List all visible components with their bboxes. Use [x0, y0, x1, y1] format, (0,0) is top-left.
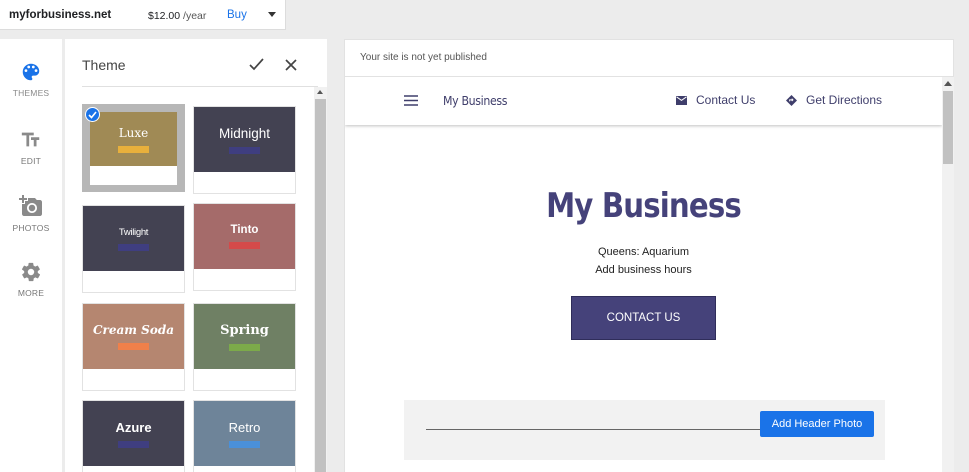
publish-status: Your site is not yet published [360, 52, 487, 63]
theme-panel: Theme Luxe Midnight Twilight Tinto Cream… [65, 39, 327, 472]
left-rail: THEMES EDIT PHOTOS MORE [0, 39, 62, 472]
add-header-photo-button[interactable]: Add Header Photo [760, 411, 874, 437]
buy-button[interactable]: Buy [227, 9, 247, 21]
theme-accent-bar [118, 343, 149, 350]
hero-title: My Business [546, 186, 742, 226]
nav-directions-label: Get Directions [806, 93, 883, 107]
theme-name: Retro [228, 419, 261, 435]
theme-name: Spring [220, 322, 269, 338]
domain-name: myforbusiness.net [9, 9, 112, 21]
theme-accent-bar [229, 440, 260, 448]
nav-contact-label: Contact Us [696, 93, 756, 107]
scroll-up-icon[interactable] [317, 90, 323, 94]
site-preview: Your site is not yet published My Busine… [344, 39, 954, 472]
divider [426, 429, 766, 430]
directions-icon [786, 94, 797, 106]
theme-tile-footer [90, 166, 177, 185]
preview-scrollbar[interactable] [942, 76, 954, 472]
domain-price: $12.00 /year [148, 10, 207, 22]
chevron-down-icon[interactable] [268, 12, 276, 17]
theme-swatch: Azure [83, 401, 184, 466]
rail-label: EDIT [20, 156, 42, 166]
theme-tile-twilight[interactable]: Twilight [82, 205, 185, 293]
site-brand[interactable]: My Business [443, 93, 507, 108]
theme-swatch: Twilight [83, 206, 184, 271]
mail-icon [676, 95, 687, 105]
theme-accent-bar [118, 145, 149, 153]
theme-swatch: Retro [194, 401, 295, 466]
theme-accent-bar [118, 243, 149, 251]
theme-name: Azure [115, 419, 152, 435]
rail-label: THEMES [12, 88, 50, 98]
rail-item-more[interactable]: MORE [0, 261, 62, 298]
nav-contact-link[interactable]: Contact Us [676, 93, 755, 107]
theme-tile-cream-soda[interactable]: Cream Soda [82, 303, 185, 391]
domain-bar: myforbusiness.net $12.00 /year Buy [0, 0, 286, 30]
theme-name: Midnight [218, 125, 271, 141]
menu-icon[interactable] [404, 95, 418, 106]
theme-accent-bar [229, 146, 260, 154]
nav-directions-link[interactable]: Get Directions [786, 93, 882, 107]
theme-tile-midnight[interactable]: Midnight [193, 106, 296, 194]
scroll-up-icon[interactable] [944, 81, 952, 86]
theme-swatch: Midnight [194, 107, 295, 172]
scroll-thumb[interactable] [943, 91, 953, 164]
add-photo-icon [19, 195, 42, 216]
theme-accent-bar [229, 343, 260, 351]
theme-swatch: Cream Soda [83, 304, 184, 369]
theme-accent-bar [229, 242, 260, 249]
rail-item-edit[interactable]: EDIT [0, 129, 62, 166]
theme-tile-retro[interactable]: Retro [193, 400, 296, 472]
check-icon[interactable] [249, 58, 264, 71]
site-canvas: My Business Contact Us Get Directions My… [345, 76, 942, 472]
divider [82, 86, 318, 87]
selected-check-icon [85, 107, 100, 122]
rail-item-photos[interactable]: PHOTOS [0, 194, 62, 233]
business-location: Queens: Aquarium [597, 246, 690, 258]
text-format-icon [21, 132, 40, 147]
gear-icon [21, 262, 41, 282]
business-hours[interactable]: Add business hours [345, 264, 942, 276]
theme-name: Tinto [230, 224, 259, 236]
theme-name: Luxe [118, 125, 149, 140]
close-icon[interactable] [285, 59, 297, 71]
theme-swatch: Tinto [194, 204, 295, 269]
theme-scrollbar[interactable] [314, 87, 327, 472]
contact-us-button[interactable]: CONTACT US [571, 296, 716, 340]
palette-icon [22, 63, 40, 81]
rail-label: PHOTOS [12, 223, 50, 233]
theme-swatch: Spring [194, 304, 295, 369]
site-nav: My Business Contact Us Get Directions [345, 77, 942, 125]
theme-name: Twilight [118, 226, 149, 238]
theme-accent-bar [118, 440, 149, 448]
header-photo-placeholder: Add Header Photo [404, 400, 885, 460]
theme-name: Cream Soda [93, 323, 174, 337]
panel-title: Theme [82, 57, 126, 73]
theme-tile-spring[interactable]: Spring [193, 303, 296, 391]
theme-tile-azure[interactable]: Azure [82, 400, 185, 472]
rail-label: MORE [17, 288, 45, 298]
theme-tile-tinto[interactable]: Tinto [193, 203, 296, 291]
scroll-thumb[interactable] [315, 99, 326, 472]
theme-tile-luxe[interactable]: Luxe [82, 104, 185, 192]
theme-swatch: Luxe [90, 112, 177, 166]
rail-item-themes[interactable]: THEMES [0, 61, 62, 98]
